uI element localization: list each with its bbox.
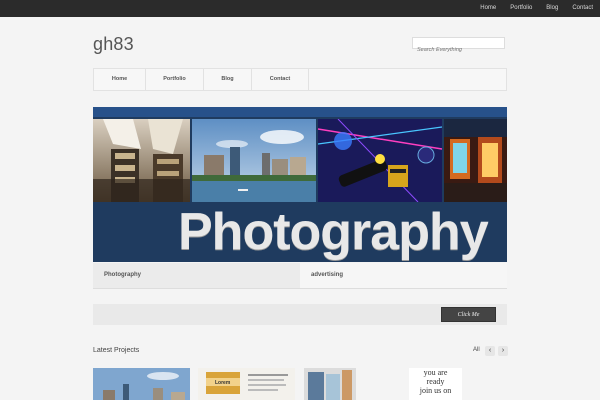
- main-nav-portfolio[interactable]: Portfolio: [146, 69, 204, 90]
- tab-photography[interactable]: Photography: [93, 263, 300, 288]
- site-logo[interactable]: gh83: [93, 34, 134, 55]
- project-thumb-lorem[interactable]: Lorem: [198, 368, 295, 400]
- main-nav-home[interactable]: Home: [94, 69, 146, 90]
- prev-arrow-icon[interactable]: ‹: [485, 346, 495, 356]
- hero-photo-street: [444, 119, 507, 202]
- filter-all[interactable]: All: [473, 347, 480, 353]
- project-thumb-interior[interactable]: [304, 368, 356, 400]
- main-nav: Home Portfolio Blog Contact: [93, 68, 507, 91]
- top-nav-home[interactable]: Home: [473, 0, 503, 17]
- thumb-text-line-1: you are: [423, 368, 448, 377]
- tab-advertising[interactable]: advertising: [300, 263, 507, 288]
- main-nav-contact[interactable]: Contact: [252, 69, 309, 90]
- main-nav-blog[interactable]: Blog: [204, 69, 252, 90]
- hero-banner[interactable]: Photography: [93, 107, 507, 262]
- hero-photo-lasers: [318, 119, 442, 202]
- next-arrow-icon[interactable]: ›: [498, 346, 508, 356]
- cta-bar: Click Me: [93, 304, 507, 325]
- thumb-text-line-2: ready: [426, 377, 445, 386]
- hero-title: Photography: [178, 203, 489, 261]
- latest-projects-heading: Latest Projects: [93, 347, 140, 354]
- top-bar: Home Portfolio Blog Contact: [0, 0, 600, 17]
- thumb-lorem-title: Lorem: [215, 380, 231, 386]
- hero-top-strip: [93, 107, 507, 117]
- project-thumb-skyline[interactable]: [93, 368, 190, 400]
- search-box[interactable]: [412, 37, 505, 55]
- thumb-text-line-3: join us on: [419, 386, 452, 395]
- top-nav-portfolio[interactable]: Portfolio: [503, 0, 539, 17]
- search-input[interactable]: [413, 45, 504, 55]
- top-nav: Home Portfolio Blog Contact: [473, 0, 600, 17]
- top-nav-contact[interactable]: Contact: [565, 0, 600, 17]
- hero-photo-skyline: [192, 119, 316, 202]
- top-nav-blog[interactable]: Blog: [539, 0, 565, 17]
- hero-tabs: Photography advertising: [93, 263, 507, 289]
- project-thumb-typography[interactable]: you are ready join us on: [409, 368, 462, 400]
- hero-photo-atrium: [93, 119, 190, 202]
- click-me-button[interactable]: Click Me: [441, 307, 496, 322]
